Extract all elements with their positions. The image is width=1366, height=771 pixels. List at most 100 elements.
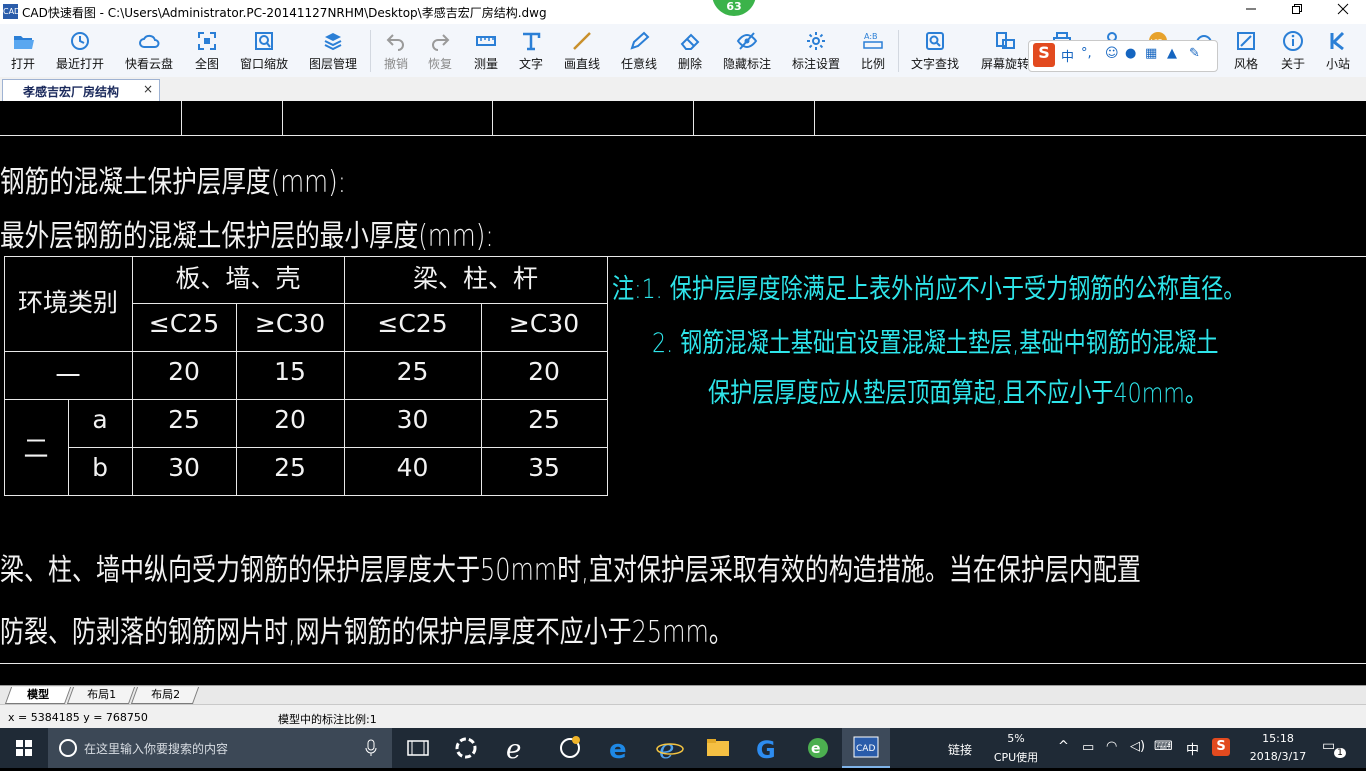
table-cell: 40 [396, 453, 429, 482]
table-cell: 20 [528, 357, 560, 386]
svg-text:A:B: A:B [864, 32, 878, 41]
emoji-icon[interactable]: ☺ [1105, 46, 1119, 61]
taskbar-app-explorer[interactable] [694, 728, 742, 768]
microphone-icon[interactable]: ● [1125, 46, 1136, 61]
tab-layout2[interactable]: 布局2 [130, 687, 200, 704]
close-icon [1337, 3, 1349, 15]
title-bar: CAD CAD快速看图 - C:\Users\Administrator.PC-… [0, 0, 1366, 24]
text-tool-button[interactable]: 文字 [510, 24, 552, 77]
table-cell: 25 [396, 357, 429, 386]
undo-button[interactable]: 撤销 [374, 24, 418, 77]
rotate-screen-button[interactable]: 屏幕旋转 [974, 24, 1036, 77]
restore-button[interactable] [1274, 0, 1320, 24]
sub-header: ≥C30 [508, 309, 580, 338]
about-button[interactable]: 关于 [1272, 24, 1314, 77]
taskbar-app-cad[interactable]: CAD [842, 728, 890, 768]
layer-manager-button[interactable]: 图层管理 [302, 24, 364, 77]
table-cell: 20 [274, 405, 306, 434]
scale-button[interactable]: A:B 比例 [852, 24, 894, 77]
document-tab[interactable]: 孝感吉宏厂房结构 × [2, 79, 160, 101]
svg-text:CAD: CAD [856, 744, 875, 754]
text-icon [523, 32, 541, 51]
wifi-icon[interactable]: ◠ [1106, 739, 1117, 754]
fit-all-button[interactable]: 全图 [186, 24, 228, 77]
clock-time[interactable]: 15:18 [1258, 732, 1298, 745]
minimize-button[interactable] [1228, 0, 1274, 24]
annotation-scale: 模型中的标注比例:1 [278, 713, 377, 726]
rotate-screen-icon [996, 32, 1015, 49]
taskbar-app-edge[interactable]: e [596, 728, 644, 768]
main-toolbar: 打开 最近打开 快看云盘 全图 窗口缩放 图层管理 撤销 恢复 测量 文字 画直… [0, 24, 1366, 78]
taskbar-app-ie[interactable]: e [646, 728, 694, 768]
cursor-coordinates: x = 5384185 y = 768750 [8, 711, 148, 724]
close-button[interactable] [1320, 0, 1366, 24]
heading-cover-thickness: 钢筋的混凝土保护层厚度(mm): [0, 165, 347, 200]
annotation-settings-button[interactable]: 标注设置 [786, 24, 846, 77]
window-zoom-icon [255, 32, 273, 50]
ruler-icon [476, 36, 496, 46]
close-tab-icon[interactable]: × [143, 82, 153, 96]
skin-icon[interactable]: ▲ [1167, 46, 1177, 61]
start-button[interactable] [0, 728, 48, 768]
table-cell: 35 [528, 453, 560, 482]
ime-toolbar[interactable]: S 中 °, ☺ ● ▦ ▲ ✎ [1028, 40, 1218, 72]
taskbar-app-chrome-g[interactable]: G [744, 728, 792, 768]
battery-icon[interactable]: ▭ [1082, 740, 1094, 755]
link-label[interactable]: 链接 [948, 741, 972, 758]
taskbar-search[interactable]: 在这里输入你要搜索的内容 [48, 728, 392, 768]
speed-badge[interactable]: 63 [712, 0, 756, 16]
ime-punct[interactable]: °, [1081, 46, 1092, 61]
measure-button[interactable]: 测量 [464, 24, 508, 77]
notification-count: 1 [1334, 748, 1346, 758]
keyboard-icon[interactable]: ▦ [1145, 46, 1157, 61]
row-label-one: 一 [55, 362, 81, 391]
env-class-header: 环境类别 [17, 288, 118, 317]
minimize-icon [1246, 8, 1256, 10]
tab-model[interactable]: 模型 [4, 687, 72, 704]
window-title: CAD快速看图 - C:\Users\Administrator.PC-2014… [22, 6, 547, 20]
wrench-icon[interactable]: ✎ [1189, 46, 1200, 61]
sub-header: ≥C30 [254, 309, 326, 338]
task-view-button[interactable] [394, 728, 442, 768]
ime-lang-indicator[interactable]: 中 [1186, 739, 1199, 758]
open-button[interactable]: 打开 [0, 24, 46, 77]
delete-button[interactable]: 删除 [668, 24, 712, 77]
redo-icon [432, 34, 450, 51]
taskbar-app-ie-old[interactable]: e [494, 728, 542, 768]
taskbar-app-360[interactable]: e [794, 728, 842, 768]
ime-lang[interactable]: 中 [1061, 46, 1074, 65]
text-search-button[interactable]: 文字查找 [904, 24, 966, 77]
keyboard-icon[interactable]: ⌨ [1154, 739, 1173, 754]
window-zoom-button[interactable]: 窗口缩放 [234, 24, 294, 77]
taskbar-app-browser[interactable] [546, 728, 594, 768]
row-label-a: a [92, 405, 108, 434]
fit-all-icon [198, 32, 216, 50]
redo-button[interactable]: 恢复 [418, 24, 462, 77]
tray-expand-icon[interactable]: ^ [1058, 739, 1069, 754]
table-cell: 20 [168, 357, 200, 386]
drawing-canvas[interactable]: 钢筋的混凝土保护层厚度(mm): 最外层钢筋的混凝土保护层的最小厚度(mm): … [0, 101, 1366, 685]
cloud-drive-button[interactable]: 快看云盘 [118, 24, 180, 77]
sogou-tray-icon[interactable]: S [1212, 738, 1230, 756]
k-logo-icon [1330, 31, 1345, 51]
g-browser-icon: G [756, 736, 776, 764]
style-button[interactable]: 风格 [1226, 24, 1266, 77]
microphone-icon[interactable] [364, 739, 378, 757]
taskbar-app-pinwheel[interactable] [442, 728, 490, 768]
volume-icon[interactable]: ◁) [1130, 739, 1145, 754]
mini-site-button[interactable]: 小站 [1318, 24, 1358, 77]
recent-open-button[interactable]: 最近打开 [50, 24, 110, 77]
hide-annotation-button[interactable]: 隐藏标注 [716, 24, 778, 77]
beam-column-member-header: 梁、柱、杆 [412, 264, 538, 293]
draw-line-button[interactable]: 画直线 [556, 24, 608, 77]
freehand-line-button[interactable]: 任意线 [614, 24, 664, 77]
internet-explorer-icon: e [656, 735, 684, 765]
eraser-icon [680, 33, 700, 50]
cortana-icon [59, 739, 77, 757]
clock-date[interactable]: 2018/3/17 [1246, 750, 1310, 763]
paragraph-line-1: 梁、柱、墙中纵向受力钢筋的保护层厚度大于50mm时,宜对保护层采取有效的构造措施… [0, 553, 1141, 588]
search-placeholder: 在这里输入你要搜索的内容 [84, 742, 229, 756]
tab-layout1[interactable]: 布局1 [66, 687, 136, 704]
recent-clock-icon [71, 32, 89, 50]
note-line-2: 2. 钢筋混凝土基础宜设置混凝土垫层,基础中钢筋的混凝土 [652, 328, 1219, 359]
